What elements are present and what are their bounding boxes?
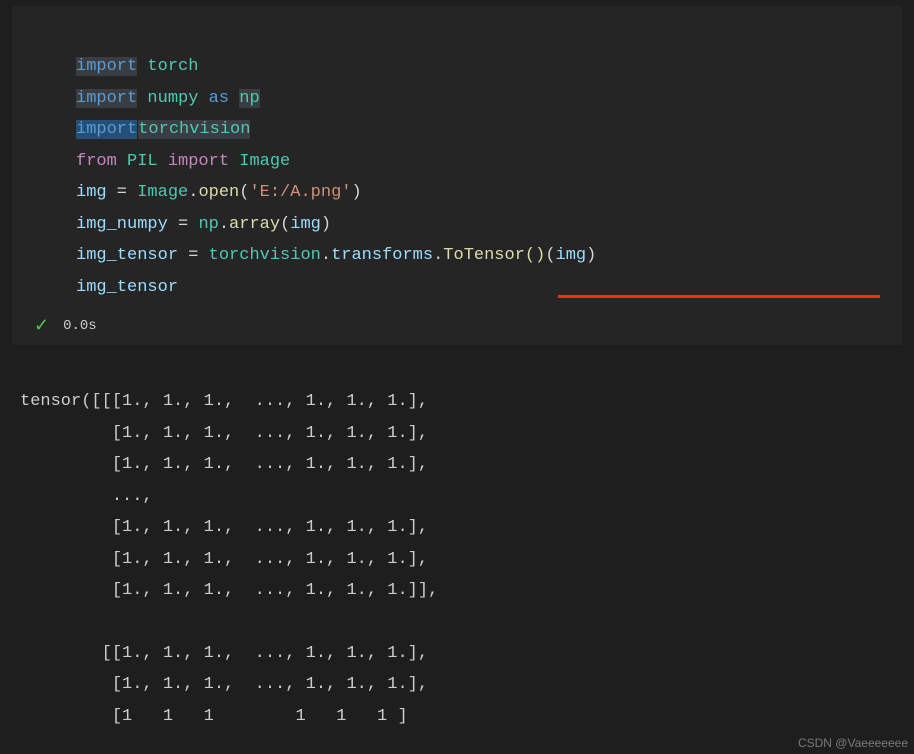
string-path: 'E:/A.png' <box>249 183 351 202</box>
output-line: [1., 1., 1., ..., 1., 1., 1.], <box>20 424 428 443</box>
check-icon: ✓ <box>34 315 49 337</box>
cell-output[interactable]: tensor([[[1., 1., 1., ..., 1., 1., 1.], … <box>12 355 902 732</box>
alias-np: np <box>239 89 259 108</box>
output-line: [1., 1., 1., ..., 1., 1., 1.], <box>20 455 428 474</box>
module-np: np <box>198 215 218 234</box>
module-torchvision: torchvision <box>209 246 321 265</box>
keyword-import: import <box>76 120 137 139</box>
annotation-underline <box>558 295 880 298</box>
keyword-from: from <box>76 152 117 171</box>
var-img-numpy: img_numpy <box>76 215 168 234</box>
output-line: [1., 1., 1., ..., 1., 1., 1.], <box>20 675 428 694</box>
output-line: tensor([[[1., 1., 1., ..., 1., 1., 1.], <box>20 392 428 411</box>
output-line: [1., 1., 1., ..., 1., 1., 1.]], <box>20 581 438 600</box>
cell-status: ✓ 0.0s <box>28 315 886 337</box>
var-img-tensor: img_tensor <box>76 278 178 297</box>
output-line: [1., 1., 1., ..., 1., 1., 1.], <box>20 518 428 537</box>
fn-totensor: ToTensor <box>443 246 525 265</box>
output-line: [1 1 1 1 1 1 ] <box>20 707 408 726</box>
module-pil: PIL <box>127 152 158 171</box>
fn-open: open <box>198 183 239 202</box>
var-img: img <box>76 183 107 202</box>
execution-time: 0.0s <box>63 318 97 334</box>
keyword-as: as <box>209 89 229 108</box>
fn-array: array <box>229 215 280 234</box>
module-torchvision: torchvision <box>138 120 250 139</box>
class-image: Image <box>239 152 290 171</box>
code-editor[interactable]: import torch import numpy as np importto… <box>28 20 886 303</box>
keyword-import: import <box>76 57 137 76</box>
module-torch: torch <box>147 57 198 76</box>
class-image: Image <box>137 183 188 202</box>
var-img-tensor: img_tensor <box>76 246 178 265</box>
mod-transforms: transforms <box>331 246 433 265</box>
keyword-import: import <box>76 89 137 108</box>
output-line: ..., <box>20 487 153 506</box>
module-numpy: numpy <box>147 89 198 108</box>
output-line: [[1., 1., 1., ..., 1., 1., 1.], <box>20 644 428 663</box>
keyword-import: import <box>168 152 229 171</box>
output-line: [1., 1., 1., ..., 1., 1., 1.], <box>20 550 428 569</box>
